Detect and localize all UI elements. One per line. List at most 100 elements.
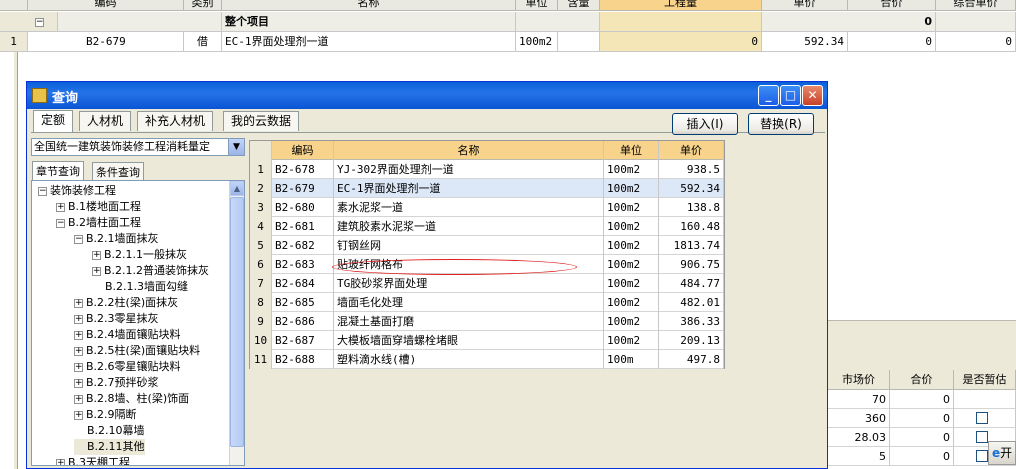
- tree-node[interactable]: + B.2.8墙、柱(梁)饰面: [74, 391, 189, 407]
- grid-cell-code[interactable]: B2-688: [272, 350, 334, 369]
- collapse-icon[interactable]: −: [56, 218, 65, 228]
- tree-node[interactable]: + B.2.1.1一般抹灰: [92, 247, 187, 263]
- maximize-button[interactable]: □: [780, 85, 801, 106]
- bg-col-total[interactable]: 合价: [848, 0, 936, 10]
- expand-icon[interactable]: +: [74, 298, 83, 308]
- grid-cell-name[interactable]: 大模板墙面穿墙螺栓堵眼: [334, 331, 604, 350]
- row-unit[interactable]: 100m2: [516, 32, 558, 51]
- grid-cell-name[interactable]: 混凝土基面打磨: [334, 312, 604, 331]
- expand-icon[interactable]: +: [74, 346, 83, 356]
- grid-cell-price[interactable]: 138.8: [659, 198, 724, 217]
- tree-node[interactable]: − 装饰装修工程: [38, 183, 116, 199]
- grid-cell-code[interactable]: B2-683: [272, 255, 334, 274]
- grid-cell-price[interactable]: 497.8: [659, 350, 724, 369]
- grid-cell-unit[interactable]: 100m2: [604, 236, 659, 255]
- expand-icon[interactable]: +: [74, 378, 83, 388]
- grid-cell-name[interactable]: YJ-302界面处理剂一道: [334, 160, 604, 179]
- table-row[interactable]: 5 B2-682 钉钢丝网 100m2 1813.74: [250, 236, 724, 255]
- row-total[interactable]: 0: [848, 32, 936, 51]
- table-row[interactable]: 3 B2-680 素水泥浆一道 100m2 138.8: [250, 198, 724, 217]
- bg-col-quantity[interactable]: 工程量: [600, 0, 762, 10]
- estimate-checkbox[interactable]: [976, 450, 988, 462]
- row-type[interactable]: 借: [184, 32, 222, 51]
- row-name[interactable]: EC-1界面处理剂一道: [222, 32, 516, 51]
- tab-extra-materials[interactable]: 补充人材机: [137, 111, 214, 131]
- quota-library-select[interactable]: 全国统一建筑装饰装修工程消耗量定 ▼: [31, 138, 245, 156]
- bg-table-row[interactable]: 1 B2-679 借 EC-1界面处理剂一道 100m2 0 592.34 0 …: [0, 32, 1016, 52]
- bg-col-content[interactable]: 含量: [558, 0, 600, 10]
- grid-col-price[interactable]: 单价: [659, 141, 724, 160]
- tree-node[interactable]: + B.2.1.2普通装饰抹灰: [92, 263, 209, 279]
- collapse-icon[interactable]: −: [74, 234, 83, 244]
- replace-button[interactable]: 替换(R): [748, 113, 814, 135]
- grid-cell-price[interactable]: 592.34: [659, 179, 724, 198]
- table-row[interactable]: 2 B2-679 EC-1界面处理剂一道 100m2 592.34: [250, 179, 724, 198]
- tree-node[interactable]: + B.2.6零星镶贴块料: [74, 359, 181, 375]
- tree-node[interactable]: − B.2墙柱面工程: [56, 215, 141, 231]
- estimate-checkbox[interactable]: [976, 412, 988, 424]
- tree-scrollbar[interactable]: ▲: [229, 181, 244, 465]
- grid-cell-name[interactable]: 建筑胶素水泥浆一道: [334, 217, 604, 236]
- rp-col-estimate[interactable]: 是否暂估: [954, 370, 1016, 390]
- table-row[interactable]: 10 B2-687 大模板墙面穿墙螺栓堵眼 100m2 209.13: [250, 331, 724, 350]
- tree-node[interactable]: + B.2.5柱(梁)面镶贴块料: [74, 343, 200, 359]
- grid-col-name[interactable]: 名称: [334, 141, 604, 160]
- minimize-button[interactable]: _: [758, 85, 779, 106]
- expand-icon[interactable]: +: [56, 202, 65, 212]
- tree-node[interactable]: B.2.1.3墙面勾缝: [92, 279, 188, 295]
- grid-cell-code[interactable]: B2-678: [272, 160, 334, 179]
- bg-col-code[interactable]: 编码: [28, 0, 184, 10]
- tab-materials[interactable]: 人材机: [79, 111, 132, 131]
- grid-cell-price[interactable]: 386.33: [659, 312, 724, 331]
- collapse-toggle[interactable]: −: [35, 17, 44, 27]
- grid-cell-price[interactable]: 906.75: [659, 255, 724, 274]
- tree-node[interactable]: B.2.10幕墙: [74, 423, 145, 439]
- chevron-down-icon[interactable]: ▼: [228, 139, 244, 155]
- grid-cell-unit[interactable]: 100m2: [604, 312, 659, 331]
- grid-cell-unit[interactable]: 100m2: [604, 255, 659, 274]
- table-row[interactable]: 8 B2-685 墙面毛化处理 100m2 482.01: [250, 293, 724, 312]
- grid-col-code[interactable]: 编码: [272, 141, 334, 160]
- grid-cell-code[interactable]: B2-680: [272, 198, 334, 217]
- grid-cell-code[interactable]: B2-685: [272, 293, 334, 312]
- grid-cell-code[interactable]: B2-684: [272, 274, 334, 293]
- scroll-up-icon[interactable]: ▲: [230, 181, 244, 196]
- grid-cell-unit[interactable]: 100m2: [604, 293, 659, 312]
- close-button[interactable]: ✕: [802, 85, 823, 106]
- expand-icon[interactable]: +: [74, 330, 83, 340]
- tree-node[interactable]: + B.2.9隔断: [74, 407, 137, 423]
- grid-cell-name[interactable]: 墙面毛化处理: [334, 293, 604, 312]
- insert-button[interactable]: 插入(I): [672, 113, 738, 135]
- grid-cell-price[interactable]: 938.5: [659, 160, 724, 179]
- grid-cell-name[interactable]: 素水泥浆一道: [334, 198, 604, 217]
- bg-col-type[interactable]: 类别: [184, 0, 222, 10]
- row-code[interactable]: B2-679: [28, 32, 184, 51]
- collapse-icon[interactable]: −: [38, 186, 47, 196]
- expand-icon[interactable]: +: [56, 458, 65, 465]
- grid-cell-price[interactable]: 484.77: [659, 274, 724, 293]
- dialog-titlebar[interactable]: 查询 _ □ ✕: [27, 82, 827, 109]
- scrollbar-thumb[interactable]: [230, 197, 244, 447]
- grid-cell-unit[interactable]: 100m2: [604, 217, 659, 236]
- table-row[interactable]: 11 B2-688 塑料滴水线(槽) 100m 497.8: [250, 350, 724, 369]
- table-row[interactable]: 4 B2-681 建筑胶素水泥浆一道 100m2 160.48: [250, 217, 724, 236]
- bg-col-price[interactable]: 单价: [762, 0, 848, 10]
- tree-node[interactable]: − B.2.1墙面抹灰: [74, 231, 159, 247]
- tree-node[interactable]: + B.1楼地面工程: [56, 199, 141, 215]
- grid-cell-name[interactable]: TG胶砂浆界面处理: [334, 274, 604, 293]
- grid-cell-code[interactable]: B2-681: [272, 217, 334, 236]
- rp-col-total[interactable]: 合价: [890, 370, 954, 390]
- tab-quota[interactable]: 定额: [33, 110, 74, 132]
- row-price[interactable]: 592.34: [762, 32, 848, 51]
- expand-icon[interactable]: +: [74, 410, 83, 420]
- estimate-checkbox[interactable]: [976, 431, 988, 443]
- tree-node[interactable]: + B.2.7预拌砂浆: [74, 375, 159, 391]
- row-composite[interactable]: 0: [936, 32, 1016, 51]
- grid-cell-name[interactable]: EC-1界面处理剂一道: [334, 179, 604, 198]
- grid-cell-name[interactable]: 塑料滴水线(槽): [334, 350, 604, 369]
- grid-cell-code[interactable]: B2-682: [272, 236, 334, 255]
- grid-cell-price[interactable]: 160.48: [659, 217, 724, 236]
- grid-cell-price[interactable]: 209.13: [659, 331, 724, 350]
- tree-node[interactable]: + B.3天棚工程: [56, 455, 130, 465]
- grid-cell-code[interactable]: B2-679: [272, 179, 334, 198]
